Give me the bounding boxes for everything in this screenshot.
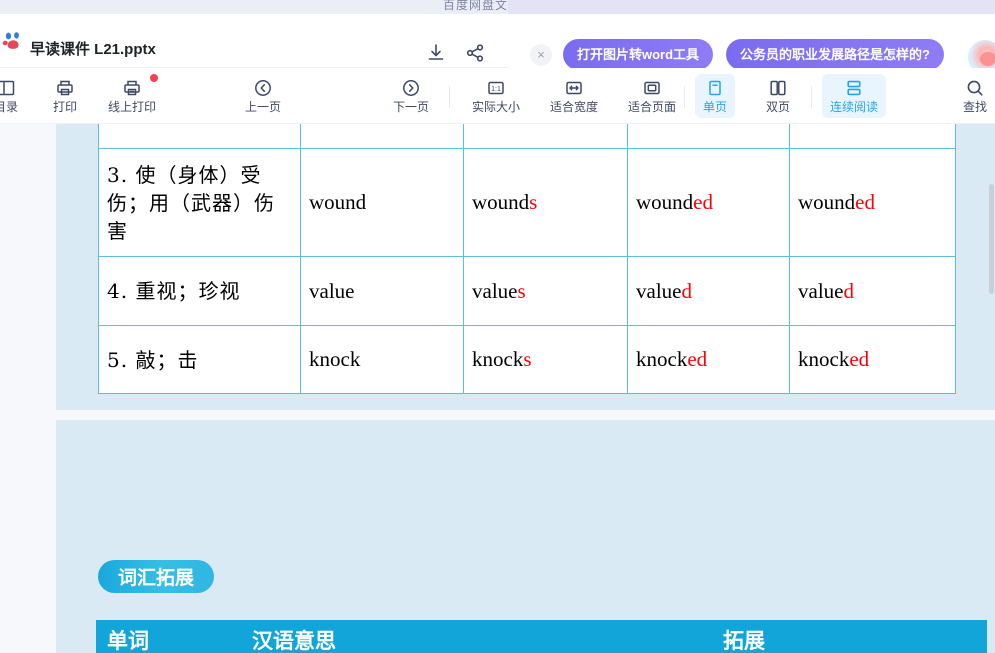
chevron-left-circle-icon bbox=[253, 78, 273, 98]
catalog-icon bbox=[0, 78, 16, 98]
toolbar-divider-2 bbox=[684, 86, 685, 108]
toolbar-item-online-print[interactable]: 线上打印 bbox=[100, 74, 164, 118]
suggestion-chip-career-path[interactable]: 公务员的职业发展路径是怎样的? bbox=[726, 39, 944, 70]
verb-past-participle: knocked bbox=[789, 325, 956, 394]
double-page-icon bbox=[768, 78, 788, 98]
verb-base: recall bbox=[300, 124, 464, 149]
svg-text:1:1: 1:1 bbox=[491, 86, 501, 93]
one-to-one-icon: 1:1 bbox=[486, 78, 506, 98]
suggestion-chip-image-to-word[interactable]: 打开图片转word工具 bbox=[563, 39, 714, 70]
close-icon[interactable]: × bbox=[530, 44, 552, 66]
search-icon bbox=[965, 78, 985, 98]
toolbar-label-double-page: 双页 bbox=[766, 100, 791, 114]
toolbar-label-fit-page: 适合页面 bbox=[628, 100, 677, 114]
table-header-row: 单词 汉语意思 拓展 bbox=[96, 620, 987, 653]
toolbar-label-print: 打印 bbox=[53, 100, 78, 114]
printer-icon bbox=[55, 78, 75, 98]
toolbar-label-online-print: 线上打印 bbox=[108, 100, 157, 114]
section-badge-vocab-extension: 词汇拓展 bbox=[98, 560, 215, 593]
baidu-logo-icon bbox=[2, 30, 24, 52]
download-icon[interactable] bbox=[423, 40, 449, 66]
vertical-scrollbar[interactable] bbox=[988, 124, 995, 653]
scrollbar-thumb[interactable] bbox=[989, 184, 994, 294]
verb-forms-table: 2. 记得；回想起 recall recalls recalled recall… bbox=[98, 124, 956, 394]
verb-past: knocked bbox=[627, 325, 790, 394]
verb-base: knock bbox=[300, 325, 464, 394]
verb-past: wounded bbox=[627, 148, 790, 257]
toolbar-item-search[interactable]: 查找 bbox=[955, 74, 995, 118]
verb-meaning-cn: 2. 记得；回想起 bbox=[98, 124, 301, 149]
toolbar-item-fit-page[interactable]: 适合页面 bbox=[620, 74, 684, 118]
verb-third-person: wounds bbox=[463, 148, 628, 257]
printer-online-icon bbox=[122, 78, 142, 98]
verb-meaning-cn: 5. 敲；击 bbox=[98, 325, 301, 394]
toolbar-label-continuous-read: 连续阅读 bbox=[830, 100, 879, 114]
share-icon[interactable] bbox=[462, 40, 488, 66]
toolbar-label-actual-size: 实际大小 bbox=[472, 100, 521, 114]
toolbar-label-single-page: 单页 bbox=[703, 100, 728, 114]
verb-third-person: values bbox=[463, 256, 628, 326]
toolbar-item-prev-page-dup bbox=[238, 74, 254, 118]
col-header-extension: 拓展 bbox=[501, 620, 987, 653]
toolbar-label-search: 查找 bbox=[963, 100, 988, 114]
browser-top-strip: 百度网盘文档预览 bbox=[0, 0, 995, 14]
slide-page-1: 2. 记得；回想起 recall recalls recalled recall… bbox=[56, 124, 995, 410]
verb-third-person: knocks bbox=[463, 325, 628, 394]
toolbar-item-single-page[interactable]: 单页 bbox=[695, 74, 736, 118]
toolbar-label-next-page: 下一页 bbox=[393, 100, 430, 114]
verb-base: value bbox=[300, 256, 464, 326]
chevron-right-circle-icon bbox=[401, 78, 421, 98]
toolbar-item-double-page[interactable]: 双页 bbox=[758, 74, 798, 118]
document-canvas[interactable]: 2. 记得；回想起 recall recalls recalled recall… bbox=[0, 124, 995, 653]
verb-third-person: recalls bbox=[463, 124, 628, 149]
toolbar-divider-3 bbox=[811, 86, 812, 108]
table-row: 2. 记得；回想起 recall recalls recalled recall… bbox=[98, 124, 956, 149]
toolbar-item-catalog[interactable]: 目录 bbox=[0, 74, 26, 118]
verb-past-participle: wounded bbox=[789, 148, 956, 257]
app-header: 早读课件 L21.pptx × 打开图片转word工具 公务员的职业发展路径是怎… bbox=[0, 14, 995, 82]
table-row: 5. 敲；击 knock knocks knocked knocked bbox=[98, 325, 956, 394]
toolbar-item-next-page[interactable]: 下一页 bbox=[385, 74, 437, 118]
assistant-panel-top bbox=[508, 0, 995, 14]
verb-past: valued bbox=[627, 256, 790, 326]
toolbar-item-continuous-read[interactable]: 连续阅读 bbox=[822, 74, 887, 118]
vocab-extension-table: 单词 汉语意思 拓展 believe 相信；把（某 事）当真 bbox=[96, 620, 987, 653]
new-badge-dot bbox=[150, 74, 159, 82]
toolbar-label-catalog: 目录 bbox=[0, 100, 19, 114]
single-page-icon bbox=[705, 78, 725, 98]
col-header-word: 单词 bbox=[96, 620, 242, 653]
verb-meaning-cn: 4. 重视；珍视 bbox=[98, 256, 301, 326]
toolbar-label-fit-width: 适合宽度 bbox=[550, 100, 599, 114]
table-row: 3. 使（身体）受伤；用（武器）伤害 wound wounds wounded … bbox=[98, 148, 956, 257]
verb-base: wound bbox=[300, 148, 464, 257]
verb-past: recalled bbox=[627, 124, 790, 149]
avatar-face bbox=[980, 52, 995, 66]
toolbar-item-actual-size[interactable]: 1:1 实际大小 bbox=[464, 74, 528, 118]
table-row: 4. 重视；珍视 value values valued valued bbox=[98, 256, 956, 326]
col-header-meaning: 汉语意思 bbox=[241, 620, 417, 653]
toolbar-item-fit-width[interactable]: 适合宽度 bbox=[542, 74, 606, 118]
fit-width-icon bbox=[564, 78, 584, 98]
fit-page-icon bbox=[642, 78, 662, 98]
document-title: 早读课件 L21.pptx bbox=[30, 41, 156, 58]
verb-past-participle: recalled bbox=[789, 124, 956, 149]
continuous-read-icon bbox=[844, 78, 864, 98]
document-preview-app: 百度网盘文档预览 早读课件 L21.pptx × 打开图片转word工具 公务员… bbox=[0, 0, 995, 653]
toolbar-divider-1 bbox=[449, 86, 450, 108]
verb-past-participle: valued bbox=[789, 256, 956, 326]
toolbar-item-print[interactable]: 打印 bbox=[45, 74, 85, 118]
col-header-spacer bbox=[416, 620, 502, 653]
verb-meaning-cn: 3. 使（身体）受伤；用（武器）伤害 bbox=[98, 148, 301, 257]
slide-page-2: 词汇拓展 单词 汉语意思 拓展 believe bbox=[56, 420, 995, 653]
viewer-toolbar: 目录 打印 线上打印 上一页 下一页 1:1 实际大小 适合宽度 适合页面 单页… bbox=[0, 68, 995, 177]
